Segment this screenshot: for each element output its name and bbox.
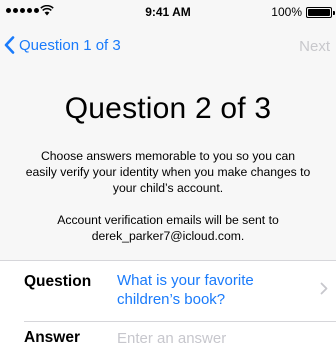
- answer-input[interactable]: [117, 326, 317, 350]
- battery-percent: 100%: [271, 5, 302, 19]
- question-value: What is your favorite children’s book?: [117, 272, 254, 308]
- security-question-form: Question What is your favorite children’…: [0, 260, 336, 350]
- chevron-right-icon: [320, 282, 328, 295]
- question-row[interactable]: Question What is your favorite children’…: [0, 261, 336, 321]
- screen: 9:41 AM 100% Question 1 of 3 Next Questi…: [0, 0, 336, 350]
- page-title: Question 2 of 3: [64, 92, 272, 125]
- back-button[interactable]: Question 1 of 3: [4, 36, 121, 54]
- chevron-left-icon: [4, 36, 15, 54]
- page-description: Choose answers memorable to you so you c…: [25, 149, 311, 195]
- status-bar: 9:41 AM 100%: [0, 0, 336, 24]
- verification-email-note: Account verification emails will be sent…: [57, 213, 279, 243]
- next-button[interactable]: Next: [299, 38, 330, 55]
- back-button-label: Question 1 of 3: [19, 36, 121, 54]
- answer-label: Answer: [24, 329, 80, 346]
- answer-row: Answer: [0, 322, 336, 350]
- question-label: Question: [24, 273, 92, 290]
- battery-icon: [306, 7, 335, 18]
- navigation-bar: Question 1 of 3 Next: [0, 26, 336, 66]
